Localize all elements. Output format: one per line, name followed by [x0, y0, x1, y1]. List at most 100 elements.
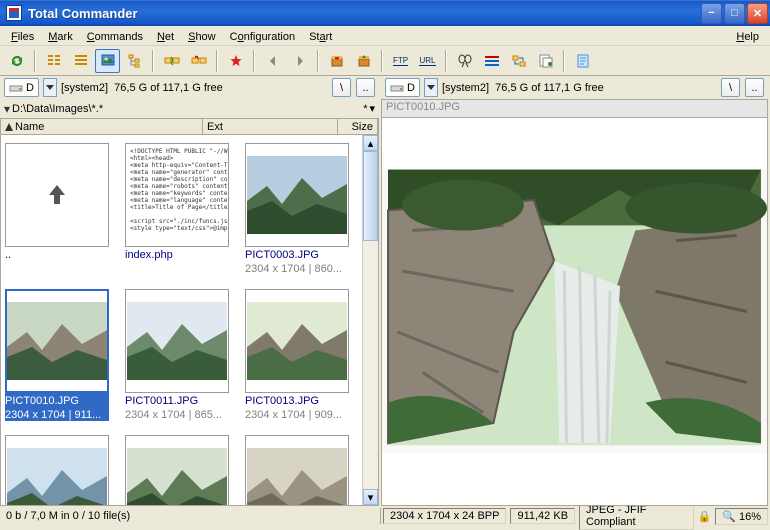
left-path-bar[interactable]: ▾ D:\Data\Images\*.* * ▾ — [0, 99, 379, 118]
window-title: Total Commander — [26, 6, 701, 21]
menu-bar: Files Mark Commands Net Show Configurati… — [0, 26, 770, 46]
minimize-button[interactable]: − — [701, 3, 722, 24]
left-thumbnails[interactable]: ..<!DOCTYPE HTML PUBLIC "-//W <html><hea… — [0, 135, 379, 506]
right-filename-bar: PICT0010.JPG — [381, 99, 768, 118]
sync-tool-button[interactable] — [506, 49, 531, 73]
menu-mark[interactable]: Mark — [41, 29, 79, 45]
left-panel: D [system2] 76,5 G of 117,1 G free \ .. … — [0, 76, 381, 506]
left-path-text: D:\Data\Images\*.* — [12, 103, 361, 115]
right-drive-dropdown[interactable] — [424, 78, 438, 97]
thumbnail-item[interactable]: PICT0013.JPG2304 x 1704 | 909... — [245, 289, 349, 421]
ftp-button[interactable]: FTP — [388, 49, 413, 73]
status-dims: 2304 x 1704 x 24 BPP — [383, 508, 506, 524]
app-icon — [6, 5, 22, 21]
left-drive-bar: D [system2] 76,5 G of 117,1 G free \ .. — [0, 76, 379, 99]
thumbnail-item[interactable]: PICT0010.JPG2304 x 1704 | 911... — [5, 289, 109, 421]
status-zoom: 🔍 16% — [715, 508, 768, 525]
preview-image — [382, 118, 767, 505]
right-drive-info: [system2] 76,5 G of 117,1 G free — [442, 82, 716, 94]
menu-configuration[interactable]: Configuration — [223, 29, 302, 45]
sync-dirs-button[interactable] — [159, 49, 184, 73]
right-drive-bar: D [system2] 76,5 G of 117,1 G free \ .. — [381, 76, 768, 99]
thumbnail-box — [125, 289, 229, 393]
thumbnail-name: PICT0011.JPG — [125, 393, 229, 407]
forward-button[interactable] — [287, 49, 312, 73]
preview-pane[interactable] — [381, 118, 768, 506]
thumbnail-box — [245, 143, 349, 247]
thumbnail-name: PICT0010.JPG — [5, 393, 109, 407]
menu-commands[interactable]: Commands — [80, 29, 150, 45]
thumbnail-item[interactable] — [125, 435, 229, 506]
status-size: 911,42 KB — [510, 508, 575, 524]
thumbnail-box: <!DOCTYPE HTML PUBLIC "-//W <html><head>… — [125, 143, 229, 247]
scroll-down-button[interactable]: ▾ — [363, 489, 378, 505]
search-button[interactable] — [452, 49, 477, 73]
left-root-button[interactable]: \ — [332, 78, 351, 97]
menu-files[interactable]: Files — [4, 29, 41, 45]
url-button[interactable]: URL — [415, 49, 440, 73]
copy-names-button[interactable] — [533, 49, 558, 73]
favorites-button[interactable]: ▾ — [369, 102, 375, 115]
thumbnail-item[interactable] — [245, 435, 349, 506]
scrollbar[interactable]: ▴ ▾ — [362, 135, 378, 505]
close-button[interactable]: ✕ — [747, 3, 768, 24]
menu-show[interactable]: Show — [181, 29, 223, 45]
thumbnail-item[interactable]: PICT0003.JPG2304 x 1704 | 860... — [245, 143, 349, 275]
col-size[interactable]: Size — [338, 119, 378, 134]
zoom-icon: 🔍 — [722, 511, 736, 523]
col-ext[interactable]: Ext — [203, 119, 338, 134]
toolbar: FTP URL — [0, 46, 770, 76]
thumbnail-box — [5, 435, 109, 506]
right-drive-button[interactable]: D — [385, 78, 420, 97]
thumbnail-box — [5, 289, 109, 393]
lock-icon: 🔒 — [698, 510, 712, 523]
thumbnail-item[interactable]: PICT0011.JPG2304 x 1704 | 865... — [125, 289, 229, 421]
col-name[interactable]: Name — [1, 119, 203, 134]
refresh-button[interactable] — [4, 49, 29, 73]
swap-panels-button[interactable] — [186, 49, 211, 73]
left-drive-dropdown[interactable] — [43, 78, 57, 97]
maximize-button[interactable]: □ — [724, 3, 745, 24]
view-thumbnails-button[interactable] — [95, 49, 120, 73]
left-drive-button[interactable]: D — [4, 78, 39, 97]
status-right: 2304 x 1704 x 24 BPP 911,42 KB JPEG - JF… — [381, 502, 770, 530]
view-tree-button[interactable] — [122, 49, 147, 73]
thumbnail-name: PICT0003.JPG — [245, 247, 349, 261]
status-format: JPEG - JFIF Compliant — [579, 502, 693, 530]
thumbnail-box — [245, 435, 349, 506]
left-columns-header: Name Ext Size — [0, 118, 379, 135]
status-bar: 0 b / 7,0 M in 0 / 10 file(s) 2304 x 170… — [0, 506, 770, 526]
pack-button[interactable] — [324, 49, 349, 73]
notepad-button[interactable] — [570, 49, 595, 73]
invert-selection-button[interactable] — [223, 49, 248, 73]
chevron-down-icon: ▾ — [4, 102, 10, 116]
thumbnail-item[interactable]: <!DOCTYPE HTML PUBLIC "-//W <html><head>… — [125, 143, 229, 275]
thumbnail-meta: 2304 x 1704 | 860... — [245, 261, 349, 275]
multi-rename-button[interactable] — [479, 49, 504, 73]
thumbnail-box — [125, 435, 229, 506]
scroll-thumb[interactable] — [363, 151, 378, 241]
left-parent-button[interactable]: .. — [356, 78, 375, 97]
right-drive-letter: D — [407, 82, 415, 94]
menu-help[interactable]: Help — [729, 29, 766, 45]
right-root-button[interactable]: \ — [721, 78, 740, 97]
back-button[interactable] — [260, 49, 285, 73]
thumbnail-box — [5, 143, 109, 247]
thumbnail-box — [245, 289, 349, 393]
thumbnail-name: index.php — [125, 247, 229, 261]
thumbnail-item[interactable]: .. — [5, 143, 109, 275]
view-full-button[interactable] — [68, 49, 93, 73]
title-bar: Total Commander − □ ✕ — [0, 0, 770, 26]
thumbnail-item[interactable] — [5, 435, 109, 506]
thumbnail-meta: 2304 x 1704 | 909... — [245, 407, 349, 421]
status-left: 0 b / 7,0 M in 0 / 10 file(s) — [0, 508, 381, 524]
view-brief-button[interactable] — [41, 49, 66, 73]
history-button[interactable]: * — [363, 103, 367, 115]
menu-net[interactable]: Net — [150, 29, 181, 45]
right-panel: D [system2] 76,5 G of 117,1 G free \ .. … — [381, 76, 770, 506]
right-parent-button[interactable]: .. — [745, 78, 764, 97]
menu-start[interactable]: Start — [302, 29, 339, 45]
drive-icon — [390, 81, 404, 95]
unpack-button[interactable] — [351, 49, 376, 73]
scroll-up-button[interactable]: ▴ — [363, 135, 378, 151]
